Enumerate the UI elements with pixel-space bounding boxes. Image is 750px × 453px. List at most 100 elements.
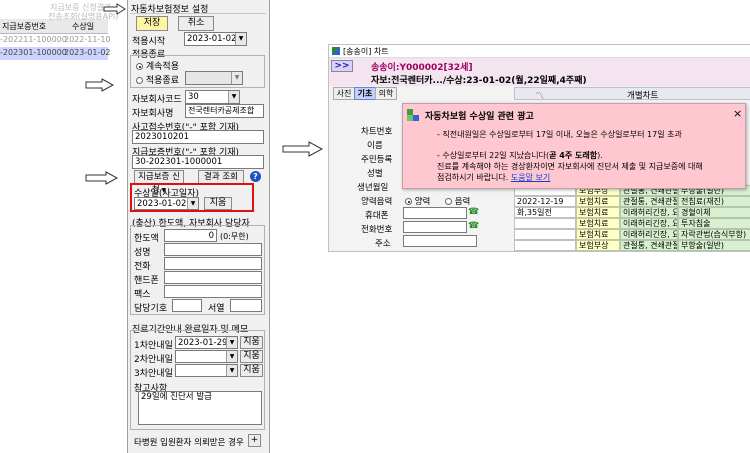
continue-radio[interactable]: 계속적용 [136,59,179,72]
apply-start-field[interactable]: 2023-01-02 ▼ [184,32,247,46]
mobile-field[interactable] [403,207,467,219]
row-type[interactable]: 보험치료 [576,229,620,240]
row-type[interactable]: 보험부상 [576,240,620,251]
injury-date-clear-button[interactable]: 지움 [204,197,232,210]
accident-no-value: 2023010201 [135,132,190,142]
help-link[interactable]: 도움말 보기 [511,173,550,182]
fax-field[interactable] [164,285,262,298]
field-label-calendar: 양력음력 [361,197,393,207]
radio-icon [136,63,143,70]
table-row[interactable]: -202211-100000 2022-11-10 [0,34,111,47]
apply-start-label: 적용시작 [132,37,166,47]
arrow-right-icon [282,141,324,157]
insurer-code-select[interactable]: 30 ▼ [185,90,240,104]
tab-photo[interactable]: 사진 [333,87,355,100]
radio-icon [405,198,412,205]
row-item[interactable]: 투자침술 [678,218,750,229]
manager-code-field[interactable] [172,299,202,312]
phone-icon[interactable]: ☎ [468,207,479,217]
row-item[interactable]: 전침료(재진) [678,196,750,207]
notice2-field[interactable]: ▼ [175,350,238,363]
insurer-name-field[interactable]: 전국렌터카공제조합 [185,104,264,118]
left-list-col-guarantee-no: 지급보증번호 [2,22,47,31]
tab-medical[interactable]: 의학 [375,87,397,100]
insurer-code-label: 자보회사코드 [132,95,182,105]
chevron-down-icon[interactable]: ▼ [226,337,237,348]
chevron-down-icon[interactable]: ▼ [187,198,198,209]
row-date: 화,35일전 [514,207,576,218]
limit-field[interactable]: 0 [164,229,217,242]
continue-label: 계속적용 [145,62,179,72]
footer-add-button[interactable]: + [248,434,261,447]
close-icon[interactable]: × [733,107,742,120]
result-query-button[interactable]: 결과 조회 [198,170,244,184]
solar-radio[interactable]: 양력 [405,195,430,207]
table-row[interactable]: -202301-100000 2023-01-02 [0,47,111,60]
limit-hint: (0:무한) [220,232,249,241]
notice1-value: 2023-01-29 [178,338,228,348]
injury-date-field[interactable]: 2023-01-02 ▼ [134,197,199,210]
guarantee-no-field[interactable]: 30-202301-1000001 [132,155,264,169]
injury-date-notice-popup: 자동차보험 수상일 관련 광고 × - 직전내원일은 수상일로부터 17일 이내… [402,103,746,189]
insurer-name-label: 자보회사명 [132,109,174,119]
phone-field[interactable] [403,221,467,233]
phone-icon[interactable]: ☎ [468,221,479,231]
notice2-label: 2차안내일 [134,355,173,365]
left-list-col-injury-date: 수상일 [72,22,95,31]
notice2-clear-button[interactable]: 지움 [240,350,263,363]
help-icon-text: ? [253,172,258,181]
insurance-settings-panel: 자동차보험정보 설정 저장 취소 적용시작 2023-01-02 ▼ 적용종료 계… [127,0,270,453]
history-grid: 보험부상 관절통, 견쇄관절 부항술(일반) 2022-12-19 보험치료 관… [514,185,750,251]
end-radio[interactable]: 적용종료 [136,73,179,86]
phone-field[interactable] [164,257,262,270]
notice1-label: 1차안내일 [134,341,173,351]
guarantee-request-button[interactable]: 지급보증 신청 ▼ [134,170,184,195]
remarks-textarea[interactable]: 29일에 진단서 발급 [138,391,262,425]
row-item[interactable]: 자락관법(습식부항) [678,229,750,240]
row-date: 2022-12-19 [514,196,576,207]
notice1-clear-button[interactable]: 지움 [240,336,263,349]
apply-end-field[interactable]: ▼ [185,71,243,85]
popup-line-3: 진료를 계속해야 하는 경상환자이면 자보회사에 진단서 제출 및 지급보증에 … [437,162,703,171]
tab-basic[interactable]: 기초 [354,87,376,100]
notice1-field[interactable]: 2023-01-29 ▼ [175,336,238,349]
expand-button[interactable]: >> [331,60,353,72]
name-field[interactable] [164,243,262,256]
seoul-field[interactable] [230,299,262,312]
row-item[interactable]: 경혈이체 [678,207,750,218]
chevron-down-icon[interactable]: ▼ [226,351,237,362]
lunar-radio[interactable]: 음력 [445,195,470,207]
chevron-down-icon[interactable]: ▼ [228,91,239,103]
row-desc[interactable]: 이래허리긴장, 요추 [620,218,678,229]
row-item[interactable]: 부항술(일반) [678,240,750,251]
row-desc[interactable]: 이래허리긴장, 요추 [620,207,678,218]
limit-value: 0 [208,231,214,241]
chart-icon: 〽 [535,92,545,102]
row-desc[interactable]: 관절통, 견쇄관절 [620,196,678,207]
row-injury-date: 2023-01-02 [64,48,111,57]
row-type[interactable]: 보험치료 [576,207,620,218]
window-title: [송송이] 차트 [343,47,389,56]
row-type[interactable]: 보험치료 [576,196,620,207]
popup-title: 자동차보험 수상일 관련 광고 [425,112,534,122]
notice3-field[interactable]: ▼ [175,364,238,377]
field-label-resident-no: 주민등록 [361,155,393,165]
accident-no-field[interactable]: 2023010201 [132,130,264,144]
address-field[interactable] [403,235,477,247]
mobile-field[interactable] [164,271,262,284]
footer-label: 타병원 입원환자 의뢰받은 경우 [134,438,244,448]
limit-label: 한도액 [134,234,159,244]
chevron-down-icon[interactable]: ▼ [231,72,242,84]
notice3-clear-button[interactable]: 지움 [240,364,263,377]
field-label-address: 주소 [375,239,391,249]
remarks-value: 29일에 진단서 발급 [141,392,212,402]
row-desc[interactable]: 관절통, 견쇄관절 [620,240,678,251]
chevron-down-icon[interactable]: ▼ [226,365,237,376]
app-icon [332,47,340,55]
help-icon[interactable]: ? [250,171,261,182]
row-desc[interactable]: 이래허리긴장, 요추 [620,229,678,240]
cancel-button[interactable]: 취소 [178,16,214,31]
save-button[interactable]: 저장 [136,16,168,31]
row-type[interactable]: 보험치료 [576,218,620,229]
chevron-down-icon[interactable]: ▼ [235,33,246,45]
